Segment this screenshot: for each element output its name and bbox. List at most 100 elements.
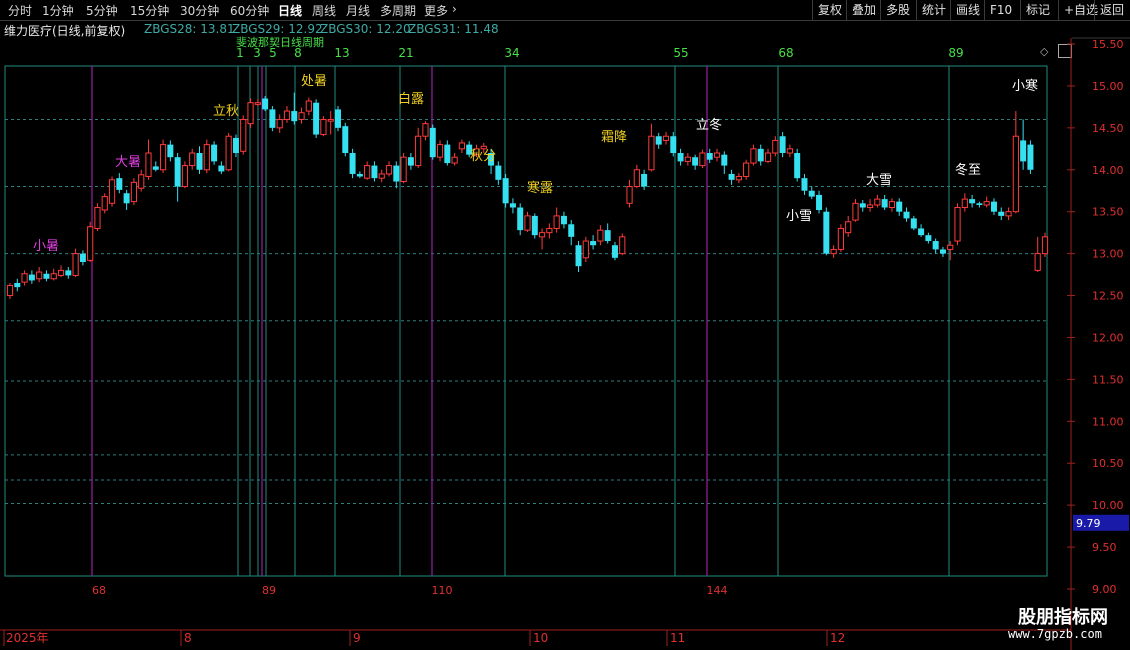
candle-body-69 <box>509 203 516 208</box>
candle-body-79 <box>582 240 589 259</box>
candle-body-42 <box>313 102 320 135</box>
price-label-2: 14.50 <box>1092 122 1124 135</box>
solar-term-1: 大暑 <box>115 155 141 170</box>
candle-body-142 <box>1041 236 1049 255</box>
cycle-number-5: 21 <box>398 46 413 60</box>
candle-body-5 <box>43 273 50 279</box>
price-label-0: 15.50 <box>1092 38 1124 51</box>
cycle-number-4: 13 <box>334 46 349 60</box>
candle-body-88 <box>648 135 655 171</box>
price-label-12: 9.50 <box>1092 541 1117 554</box>
candle-body-52 <box>385 165 393 175</box>
candle-body-31 <box>232 137 239 153</box>
watermark-url: www.7gpzb.com <box>1008 627 1102 641</box>
candle-body-90 <box>662 135 670 141</box>
candle-body-67 <box>495 165 502 180</box>
candle-body-75 <box>553 215 560 229</box>
candle-body-119 <box>874 198 881 206</box>
candle-body-104 <box>764 152 772 162</box>
date-label-1: 8 <box>184 631 192 645</box>
candle-body-1 <box>14 282 21 288</box>
candle-body-30 <box>225 135 232 171</box>
candle-body-16 <box>123 193 130 204</box>
candle-body-97 <box>713 152 721 158</box>
candle-body-13 <box>101 196 108 211</box>
candle-body-38 <box>283 110 291 120</box>
candle-body-121 <box>888 201 896 208</box>
price-label-8: 11.50 <box>1092 373 1124 386</box>
price-label-1: 15.00 <box>1092 80 1124 93</box>
candle-body-55 <box>407 157 414 166</box>
candle-body-133 <box>976 203 983 205</box>
candle-body-141 <box>1034 253 1041 271</box>
cycle-number-7: 55 <box>673 46 688 60</box>
candle-body-43 <box>320 118 327 136</box>
cycle-number-6: 34 <box>504 46 519 60</box>
candle-body-32 <box>240 118 247 152</box>
kline-chart[interactable]: 15.50 15.00 14.50 14.00 13.50 13.00 12.50 12.00… <box>0 0 1130 650</box>
candle-body-2 <box>21 273 28 283</box>
candle-body-130 <box>954 207 961 242</box>
candle-body-112 <box>823 211 830 254</box>
solar-term-11: 冬至 <box>955 162 981 178</box>
candle-body-0 <box>6 284 14 297</box>
candle-body-96 <box>706 153 713 160</box>
candle-body-140 <box>1027 144 1034 170</box>
candle-body-107 <box>786 148 793 154</box>
candle-body-85 <box>626 186 633 204</box>
candle-body-37 <box>276 118 283 129</box>
candle-body-86 <box>633 169 640 188</box>
cycle-number-9: 89 <box>948 46 963 60</box>
candle-body-54 <box>400 156 407 183</box>
bottom-number-0: 68 <box>92 584 106 597</box>
price-label-11: 10.00 <box>1092 499 1124 512</box>
price-label-7: 12.00 <box>1092 331 1124 344</box>
candle-body-6 <box>50 273 57 280</box>
candle-body-77 <box>568 224 575 237</box>
candle-body-111 <box>816 194 823 211</box>
price-label-3: 14.00 <box>1092 164 1124 177</box>
solar-term-9: 小雪 <box>786 209 812 224</box>
candle-body-125 <box>918 228 925 236</box>
date-label-5: 12 <box>830 631 845 645</box>
candle-body-122 <box>896 201 903 212</box>
solar-term-0: 小暑 <box>33 239 59 254</box>
candle-body-28 <box>211 144 218 162</box>
solar-term-12: 小寒 <box>1012 78 1038 94</box>
date-label-3: 10 <box>533 631 548 645</box>
candle-body-124 <box>910 218 917 229</box>
candle-body-71 <box>524 215 531 231</box>
candle-body-115 <box>845 221 852 234</box>
candle-body-19 <box>145 152 152 177</box>
solar-term-3: 处暑 <box>301 74 327 89</box>
candle-body-135 <box>990 201 997 212</box>
solar-term-8: 立冬 <box>696 117 722 133</box>
candle-body-127 <box>932 241 939 250</box>
candle-body-113 <box>830 248 837 255</box>
candle-body-139 <box>1020 140 1027 162</box>
candle-body-118 <box>866 204 874 209</box>
solar-term-7: 霜降 <box>601 130 627 145</box>
candle-body-101 <box>743 162 750 177</box>
solar-term-2: 立秋 <box>213 104 239 119</box>
cycle-overlay-text: 斐波那契日线周期 <box>236 35 324 49</box>
candle-body-51 <box>378 173 385 179</box>
candle-body-82 <box>604 230 611 242</box>
solar-term-5: 秋分 <box>470 149 496 164</box>
candle-body-57 <box>422 123 429 137</box>
candle-body-80 <box>590 241 597 246</box>
bottom-number-3: 144 <box>707 584 728 597</box>
candle-body-94 <box>692 157 699 166</box>
candle-body-58 <box>429 127 436 158</box>
date-label-2: 9 <box>353 631 361 645</box>
candle-body-56 <box>415 135 422 167</box>
candle-body-33 <box>247 102 254 125</box>
candle-body-132 <box>969 199 976 204</box>
candle-body-73 <box>538 232 546 238</box>
candle-body-34 <box>254 102 261 105</box>
candle-body-60 <box>444 144 451 164</box>
candle-body-9 <box>72 253 79 276</box>
watermark-logo: 股朋指标网 www.7gpzb.com <box>990 600 1130 650</box>
candle-body-128 <box>939 249 946 254</box>
candle-body-18 <box>138 174 145 189</box>
